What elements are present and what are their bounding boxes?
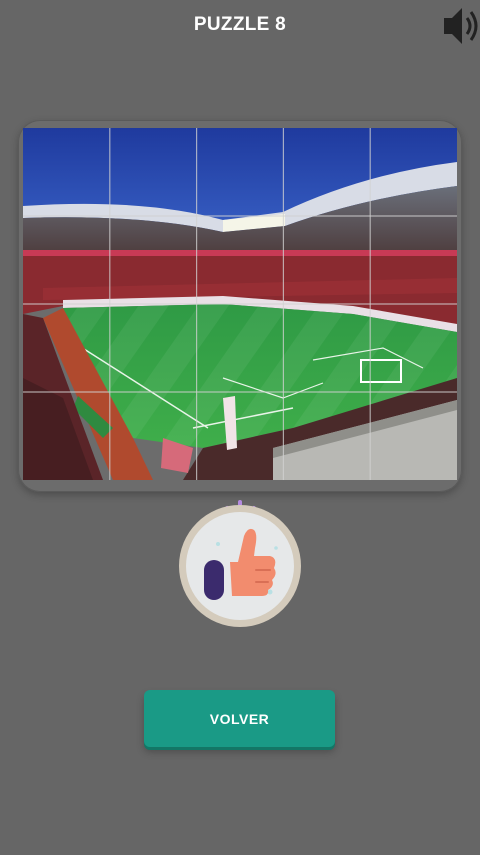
speaker-volume-icon[interactable] bbox=[440, 0, 480, 52]
thumbs-up-icon bbox=[178, 496, 302, 628]
puzzle-board bbox=[23, 128, 457, 480]
stadium-image bbox=[23, 128, 457, 480]
back-button[interactable]: VOLVER bbox=[144, 690, 335, 747]
page-title: PUZZLE 8 bbox=[193, 14, 287, 35]
